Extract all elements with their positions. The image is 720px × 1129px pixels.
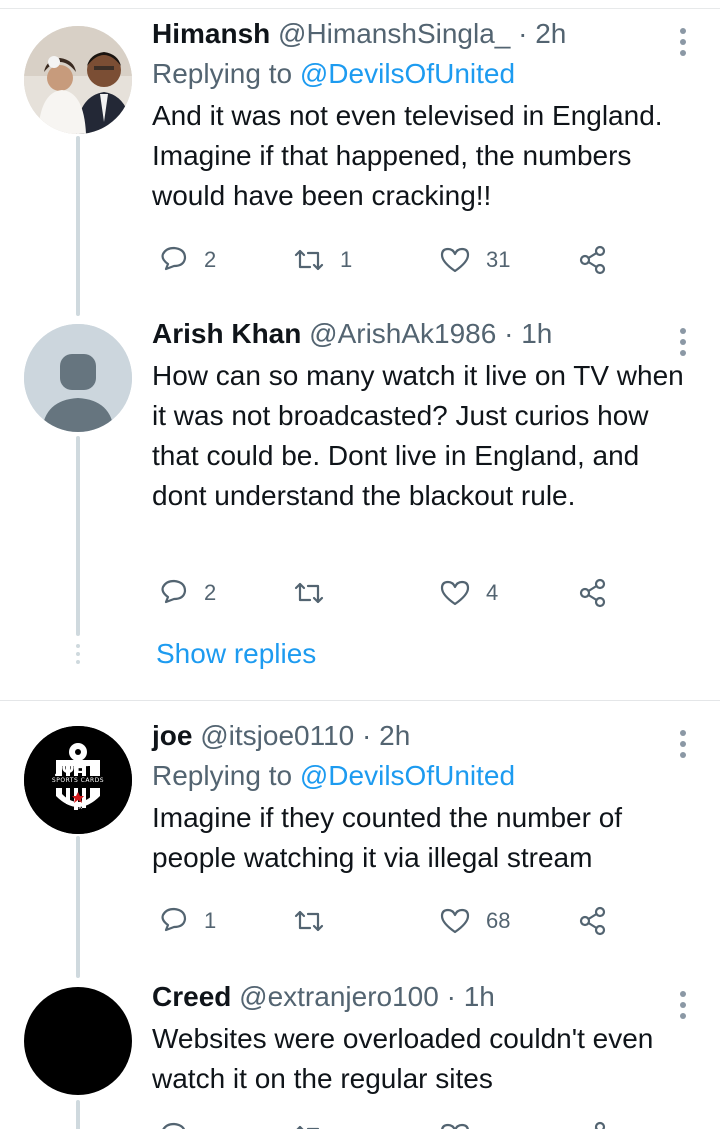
user-handle[interactable]: @itsjoe0110	[200, 720, 354, 751]
like-count: 68	[486, 908, 511, 933]
reply-button[interactable]: 2	[156, 573, 216, 613]
tweet-actions	[156, 1116, 626, 1129]
more-icon[interactable]	[680, 328, 688, 361]
photo-avatar-image	[24, 26, 132, 134]
timestamp[interactable]: 2h	[535, 18, 566, 49]
replying-to-mention[interactable]: @DevilsOfUnited	[300, 58, 515, 89]
share-button[interactable]	[576, 573, 610, 613]
heart-icon	[440, 247, 470, 273]
retweet-button[interactable]	[292, 901, 340, 941]
default-avatar-image	[24, 324, 132, 432]
separator: ·	[518, 18, 528, 49]
avatar[interactable]: JOE'S SPORTS CARDS UK	[24, 726, 132, 834]
reply-icon	[161, 246, 187, 271]
tweet-content: joe @itsjoe0110 · 2h Replying to @Devils…	[152, 716, 696, 878]
thread-dots	[76, 644, 80, 668]
like-count: 31	[486, 247, 511, 272]
reply-count: 2	[204, 580, 217, 605]
like-button[interactable]: 68	[438, 901, 510, 941]
heart-icon	[440, 908, 470, 934]
like-button[interactable]: 31	[438, 240, 510, 280]
retweet-icon	[296, 1125, 320, 1129]
reply-count: 2	[204, 247, 217, 272]
replying-to-label: Replying to	[152, 58, 293, 89]
reply-icon	[161, 579, 187, 604]
share-button[interactable]	[576, 240, 610, 280]
thread-line	[76, 836, 80, 978]
share-button[interactable]	[576, 901, 610, 941]
timestamp[interactable]: 1h	[521, 318, 552, 349]
more-icon[interactable]	[680, 730, 688, 763]
separator: ·	[362, 720, 372, 751]
share-icon	[579, 906, 606, 936]
share-icon	[579, 245, 606, 275]
tweet-actions: 2 4	[156, 573, 626, 613]
retweet-icon	[294, 249, 324, 271]
more-icon[interactable]	[680, 28, 688, 61]
reply-count: 1	[204, 908, 217, 933]
tweet-content: Himansh @HimanshSingla_ · 2h Replying to…	[152, 14, 696, 216]
replying-to-mention[interactable]: @DevilsOfUnited	[300, 760, 515, 791]
tweet-header: Arish Khan @ArishAk1986 · 1h	[152, 314, 696, 354]
top-divider	[0, 8, 720, 9]
reply-button[interactable]	[156, 1116, 190, 1129]
display-name[interactable]: Himansh	[152, 18, 270, 49]
share-icon	[594, 1121, 606, 1129]
tweet-text: Imagine if they counted the number of pe…	[152, 802, 623, 873]
share-icon	[579, 578, 606, 608]
separator: ·	[504, 318, 514, 349]
retweet-count: 1	[340, 247, 353, 272]
share-button[interactable]	[576, 1116, 610, 1129]
heart-icon	[441, 1123, 469, 1129]
thread-line	[76, 1100, 80, 1129]
replying-to: Replying to @DevilsOfUnited	[152, 756, 696, 796]
conversation-divider	[0, 700, 720, 701]
separator: ·	[446, 981, 456, 1012]
avatar[interactable]	[24, 324, 132, 432]
logo-text: JOE'S	[56, 759, 100, 777]
thread-line	[76, 136, 80, 316]
reply-icon	[162, 1122, 186, 1129]
reply-icon	[161, 907, 187, 932]
retweet-button[interactable]	[292, 573, 340, 613]
display-name[interactable]: Arish Khan	[152, 318, 301, 349]
avatar[interactable]	[24, 987, 132, 1095]
timestamp[interactable]: 1h	[464, 981, 495, 1012]
display-name[interactable]: joe	[152, 720, 192, 751]
tweet-actions: 1 68	[156, 901, 626, 941]
user-handle[interactable]: @extranjero100	[239, 981, 439, 1012]
tweet-text: And it was not even televised in England…	[152, 100, 663, 211]
retweet-icon	[294, 910, 324, 932]
user-handle[interactable]: @HimanshSingla_	[278, 18, 510, 49]
tweet-text: Websites were overloaded couldn't even w…	[152, 1023, 654, 1094]
retweet-button[interactable]	[292, 1116, 326, 1129]
tweet-header: Himansh @HimanshSingla_ · 2h	[152, 14, 696, 54]
thread-line	[76, 436, 80, 636]
replying-to-label: Replying to	[152, 760, 293, 791]
tweet-text: How can so many watch it live on TV when…	[152, 360, 684, 511]
retweet-button[interactable]: 1	[292, 240, 352, 280]
like-button[interactable]	[438, 1116, 472, 1129]
replying-to: Replying to @DevilsOfUnited	[152, 54, 696, 94]
tweet-header: Creed @extranjero100 · 1h	[152, 977, 696, 1017]
timestamp[interactable]: 2h	[379, 720, 410, 751]
logo-tag: UK	[73, 804, 83, 811]
retweet-icon	[294, 582, 324, 604]
tweet-actions: 2 1 31	[156, 240, 626, 280]
tweet-content: Arish Khan @ArishAk1986 · 1h How can so …	[152, 314, 696, 516]
avatar[interactable]	[24, 26, 132, 134]
tweet-header: joe @itsjoe0110 · 2h	[152, 716, 696, 756]
show-replies-link[interactable]: Show replies	[156, 634, 316, 674]
heart-icon	[440, 580, 470, 606]
like-count: 4	[486, 580, 499, 605]
reply-button[interactable]: 2	[156, 240, 216, 280]
more-icon[interactable]	[680, 991, 688, 1024]
like-button[interactable]: 4	[438, 573, 498, 613]
reply-button[interactable]: 1	[156, 901, 216, 941]
tweet-content: Creed @extranjero100 · 1h Websites were …	[152, 977, 696, 1099]
user-handle[interactable]: @ArishAk1986	[309, 318, 496, 349]
display-name[interactable]: Creed	[152, 981, 231, 1012]
logo-subtext: SPORTS CARDS	[51, 777, 105, 784]
